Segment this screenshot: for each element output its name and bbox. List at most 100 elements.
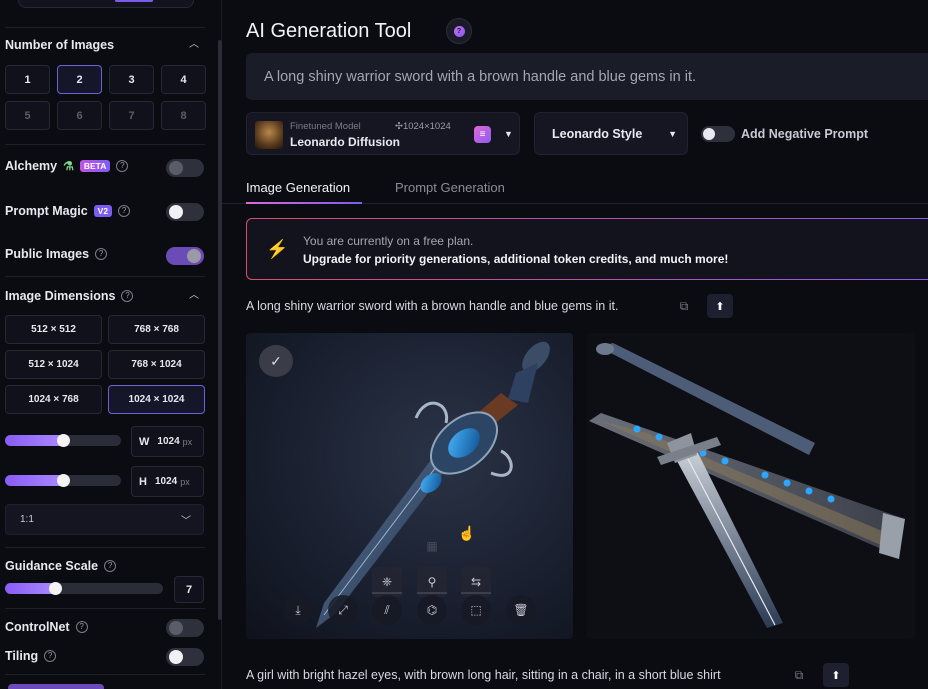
style-select[interactable]: Leonardo Style ▼ <box>534 112 688 155</box>
sidebar-bottom-button[interactable] <box>8 684 104 689</box>
prompt-magic-toggle[interactable] <box>166 203 204 221</box>
notice-line-2[interactable]: Upgrade for priority generations, additi… <box>303 252 728 266</box>
chevron-up-icon[interactable]: ︿ <box>188 290 200 302</box>
model-settings-icon[interactable]: ≡ <box>474 126 491 143</box>
dimension-option-selected[interactable]: 1024 × 1024 <box>108 385 205 414</box>
height-field[interactable]: H 1024 px <box>131 466 204 497</box>
dimension-option[interactable]: 768 × 1024 <box>108 350 205 379</box>
check-icon[interactable]: ✓ <box>259 345 293 377</box>
dimension-option[interactable]: 1024 × 768 <box>5 385 102 414</box>
controlnet-row: ControlNet ? <box>5 620 88 634</box>
num-images-option-2[interactable]: 2 <box>57 65 102 94</box>
help-icon[interactable]: ? <box>44 650 57 662</box>
help-icon[interactable]: ? <box>75 621 88 633</box>
help-icon[interactable]: ? <box>95 248 108 260</box>
arrow-up-icon[interactable]: ⬆ <box>707 294 733 318</box>
app-root: Number of Images ︿ 1 2 3 4 5 6 7 8 Alche… <box>0 0 928 689</box>
model-name: Leonardo Diffusion <box>290 135 400 149</box>
brush-icon[interactable]: ▦ <box>420 536 444 556</box>
help-icon[interactable]: ? <box>121 290 134 302</box>
help-icon[interactable]: ? <box>118 205 131 217</box>
width-field[interactable]: W 1024 px <box>131 426 204 457</box>
divider <box>5 276 205 277</box>
notice-line-1: You are currently on a free plan. <box>303 234 474 248</box>
public-images-label: Public Images <box>5 247 90 261</box>
main-panel: AI Generation Tool ? A long shiny warrio… <box>222 0 928 689</box>
image-dimensions-row: Image Dimensions ? <box>5 289 134 303</box>
width-unit: px <box>182 436 193 447</box>
generated-image-2[interactable] <box>587 333 915 639</box>
num-images-option-4[interactable]: 4 <box>161 65 206 94</box>
model-resolution: ✣1024×1024 <box>395 121 451 132</box>
sword-image <box>316 341 550 628</box>
expand-icon[interactable]: ⤢ <box>328 595 358 625</box>
dimension-option[interactable]: 768 × 768 <box>108 315 205 344</box>
prompt-input[interactable]: A long shiny warrior sword with a brown … <box>246 53 928 100</box>
settings-sidebar: Number of Images ︿ 1 2 3 4 5 6 7 8 Alche… <box>0 0 222 689</box>
arrow-up-icon[interactable]: ⬆ <box>823 663 849 687</box>
number-of-images-title: Number of Images <box>5 38 115 52</box>
trash-icon[interactable]: 🗑 <box>506 595 536 625</box>
model-thumbnail <box>255 121 283 149</box>
remove-bg-icon[interactable]: ⫽ <box>372 595 402 625</box>
controlnet-label: ControlNet <box>5 620 70 634</box>
dimension-presets: 512 × 512 768 × 768 512 × 1024 768 × 102… <box>5 315 205 414</box>
crop-icon[interactable]: ⬚ <box>461 595 491 625</box>
caret-down-icon[interactable]: ▼ <box>504 129 513 139</box>
potion-icon: ⚗ <box>63 159 74 173</box>
num-images-option-8[interactable]: 8 <box>161 101 206 130</box>
tab-bar: Image Generation Prompt Generation <box>222 168 928 204</box>
guidance-scale-label: Guidance Scale <box>5 559 99 573</box>
prompt-magic-row: Prompt Magic V2 ? <box>5 204 131 218</box>
page-title: AI Generation Tool <box>246 20 412 42</box>
tab-image-generation[interactable]: Image Generation <box>246 180 350 195</box>
dimension-option[interactable]: 512 × 512 <box>5 315 102 344</box>
num-images-option-1[interactable]: 1 <box>5 65 50 94</box>
image-dimensions-title: Image Dimensions <box>5 289 116 303</box>
free-plan-notice: ⚡ You are currently on a free plan. Upgr… <box>246 218 928 280</box>
aspect-ratio-value: 1:1 <box>20 514 34 525</box>
guidance-scale-value[interactable]: 7 <box>174 576 204 603</box>
dimension-option[interactable]: 512 × 1024 <box>5 350 102 379</box>
help-button[interactable]: ? <box>446 18 472 44</box>
active-tab-indicator <box>246 202 362 204</box>
model-selector[interactable]: Finetuned Model Leonardo Diffusion ✣1024… <box>246 112 520 155</box>
sidebar-top-button[interactable] <box>18 0 194 8</box>
num-images-option-5[interactable]: 5 <box>5 101 50 130</box>
public-images-toggle[interactable] <box>166 247 204 265</box>
negative-prompt-toggle[interactable] <box>701 126 735 142</box>
height-value: 1024 <box>154 476 178 487</box>
num-images-option-7[interactable]: 7 <box>109 101 154 130</box>
width-slider[interactable] <box>5 434 121 447</box>
bolt-icon: ⚡ <box>266 239 289 259</box>
copy-icon[interactable]: ⧉ <box>789 665 809 685</box>
help-icon[interactable]: ? <box>116 160 129 172</box>
controlnet-toggle[interactable] <box>166 619 204 637</box>
tiling-row: Tiling ? <box>5 649 57 663</box>
tiling-toggle[interactable] <box>166 648 204 666</box>
download-icon[interactable]: ⤓ <box>283 595 313 625</box>
chevron-up-icon[interactable]: ︿ <box>188 39 200 51</box>
mouse-cursor: ☝ <box>458 525 476 541</box>
generated-image-1[interactable]: ✓ ▦ ❈ ⚲ ⇆ ⤓ ⤢ ⫽ ⌬ ⬚ 🗑 <box>246 333 573 639</box>
help-icon[interactable]: ? <box>104 560 117 572</box>
sword-image <box>589 343 905 628</box>
generation-prompt: A long shiny warrior sword with a brown … <box>246 299 619 313</box>
copy-icon[interactable]: ⧉ <box>674 296 694 316</box>
guidance-scale-slider[interactable] <box>5 582 163 595</box>
unzoom-icon[interactable]: ⌬ <box>417 595 447 625</box>
divider <box>461 592 491 594</box>
num-images-option-6[interactable]: 6 <box>57 101 102 130</box>
model-subtitle: Finetuned Model <box>290 121 361 132</box>
height-label: H <box>139 475 147 488</box>
prompt-magic-label: Prompt Magic <box>5 204 88 218</box>
divider <box>5 144 205 145</box>
divider <box>5 608 205 609</box>
num-images-option-3[interactable]: 3 <box>109 65 154 94</box>
help-icon: ? <box>453 25 465 37</box>
v2-badge: V2 <box>93 205 113 217</box>
height-slider[interactable] <box>5 474 121 487</box>
aspect-ratio-select[interactable]: 1:1 ﹀ <box>5 504 204 535</box>
alchemy-toggle[interactable] <box>166 159 204 177</box>
tab-prompt-generation[interactable]: Prompt Generation <box>395 180 505 195</box>
